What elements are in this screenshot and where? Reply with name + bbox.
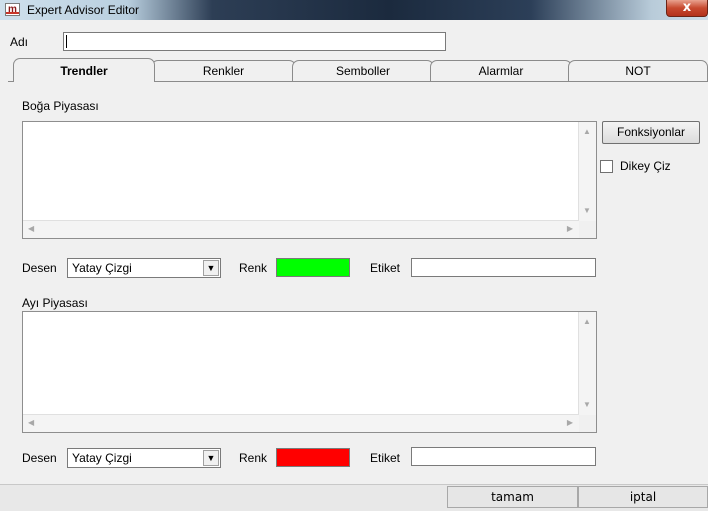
- scroll-corner: [579, 415, 596, 432]
- bear-color-swatch[interactable]: [276, 448, 350, 467]
- bear-vertical-scrollbar[interactable]: ▲ ▼: [578, 312, 596, 415]
- bull-tag-input[interactable]: [411, 258, 596, 277]
- bear-horizontal-scrollbar[interactable]: ◀ ▶: [23, 414, 579, 432]
- scroll-corner: [579, 221, 596, 238]
- bear-tag-label: Etiket: [370, 451, 401, 465]
- tab-strip: Trendler Renkler Semboller Alarmlar NOT: [8, 58, 708, 82]
- dropdown-arrow-icon[interactable]: ▼: [203, 260, 219, 276]
- scroll-right-icon[interactable]: ▶: [567, 225, 573, 233]
- app-icon: m: [5, 3, 20, 16]
- bull-text-area[interactable]: ▲ ▼ ◀ ▶: [22, 121, 597, 239]
- tab-trendler[interactable]: Trendler: [13, 58, 155, 82]
- scroll-down-icon[interactable]: ▼: [583, 401, 591, 409]
- close-icon: x: [682, 0, 692, 15]
- scroll-right-icon[interactable]: ▶: [567, 419, 573, 427]
- scroll-up-icon[interactable]: ▲: [583, 128, 591, 136]
- dropdown-arrow-icon[interactable]: ▼: [203, 450, 219, 466]
- text-caret: [66, 35, 67, 48]
- ok-button[interactable]: tamam: [447, 486, 578, 508]
- bull-color-swatch[interactable]: [276, 258, 350, 277]
- bear-pattern-label: Desen: [22, 451, 57, 465]
- vertical-draw-label: Dikey Çiz: [620, 159, 671, 173]
- bear-pattern-value: Yatay Çizgi: [72, 451, 132, 465]
- scroll-down-icon[interactable]: ▼: [583, 207, 591, 215]
- tab-not[interactable]: NOT: [568, 60, 708, 81]
- scroll-left-icon[interactable]: ◀: [28, 419, 34, 427]
- bull-section-label: Boğa Piyasası: [22, 99, 99, 113]
- bear-tag-input[interactable]: [411, 447, 596, 466]
- bull-color-label: Renk: [239, 261, 268, 275]
- bull-pattern-select[interactable]: Yatay Çizgi ▼: [67, 258, 221, 278]
- cancel-button[interactable]: iptal: [578, 486, 708, 508]
- vertical-draw-checkbox[interactable]: [600, 160, 613, 173]
- bear-section-label: Ayı Piyasası: [22, 296, 88, 310]
- title-bar: m Expert Advisor Editor x: [0, 0, 708, 20]
- name-label: Adı: [10, 35, 29, 49]
- bull-horizontal-scrollbar[interactable]: ◀ ▶: [23, 220, 579, 238]
- functions-button[interactable]: Fonksiyonlar: [602, 121, 700, 144]
- bull-tag-label: Etiket: [370, 261, 401, 275]
- scroll-left-icon[interactable]: ◀: [28, 225, 34, 233]
- bull-pattern-value: Yatay Çizgi: [72, 261, 132, 275]
- name-input[interactable]: [63, 32, 446, 51]
- bull-pattern-label: Desen: [22, 261, 57, 275]
- scroll-up-icon[interactable]: ▲: [583, 318, 591, 326]
- tab-semboller[interactable]: Semboller: [292, 60, 434, 81]
- bear-pattern-select[interactable]: Yatay Çizgi ▼: [67, 448, 221, 468]
- bear-color-label: Renk: [239, 451, 268, 465]
- tab-alarmlar[interactable]: Alarmlar: [430, 60, 572, 81]
- bear-text-area[interactable]: ▲ ▼ ◀ ▶: [22, 311, 597, 433]
- bull-vertical-scrollbar[interactable]: ▲ ▼: [578, 122, 596, 221]
- close-button[interactable]: x: [666, 0, 708, 17]
- window-title: Expert Advisor Editor: [27, 3, 140, 17]
- tab-renkler[interactable]: Renkler: [151, 60, 296, 81]
